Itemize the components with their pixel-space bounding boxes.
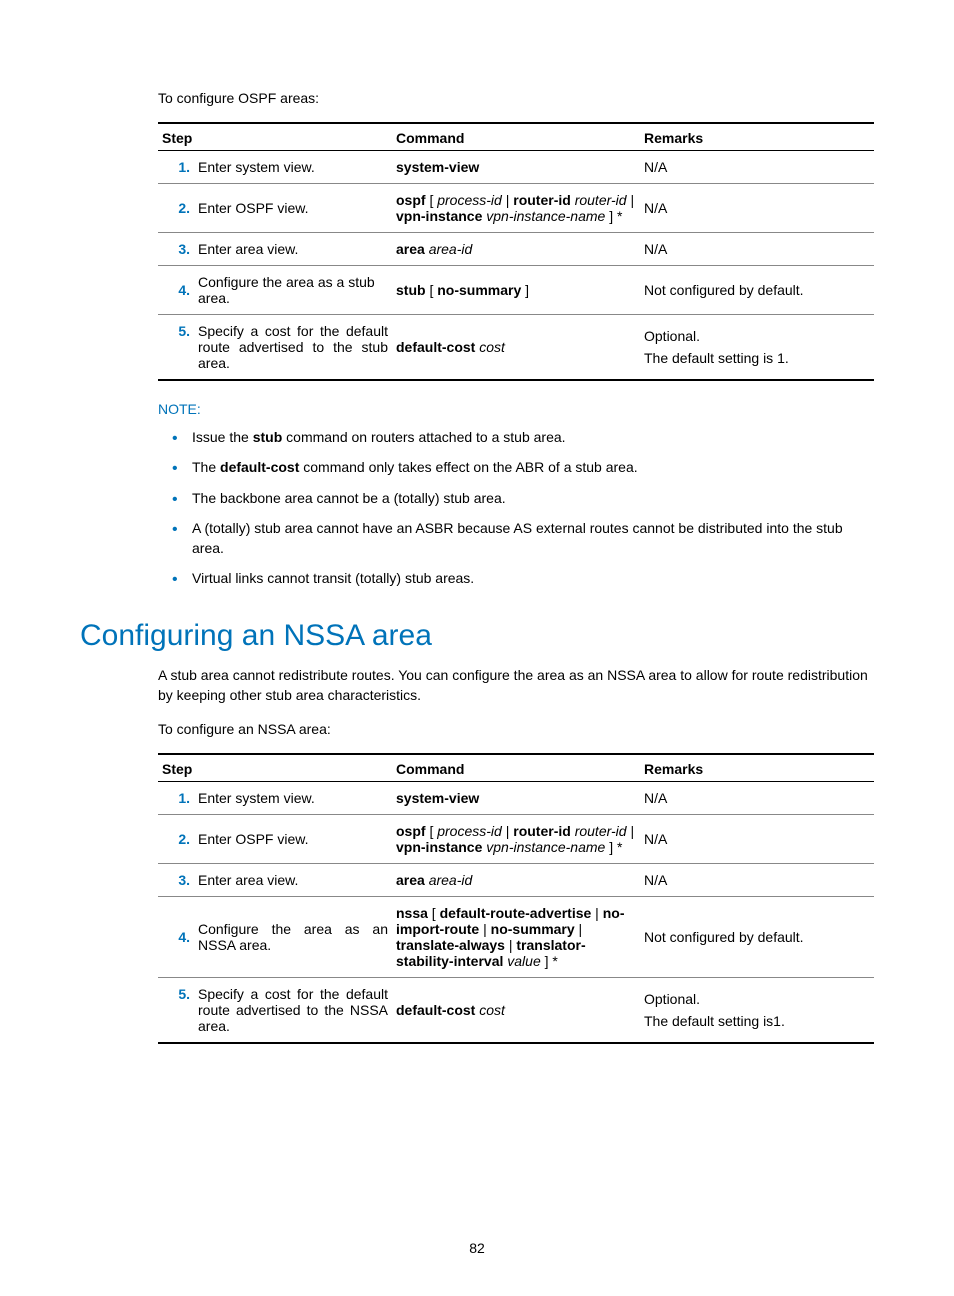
command-cell: system-view bbox=[392, 151, 640, 184]
command-cell: ospf [ process-id | router-id router-id … bbox=[392, 184, 640, 233]
step-desc: Configure the area as a stub area. bbox=[194, 266, 392, 315]
step-num: 5. bbox=[158, 315, 194, 381]
table-header-row: Step Command Remarks bbox=[158, 754, 874, 782]
table-row: 5. Specify a cost for the default route … bbox=[158, 978, 874, 1044]
section-heading: Configuring an NSSA area bbox=[80, 619, 874, 653]
list-item: Virtual links cannot transit (totally) s… bbox=[172, 568, 874, 588]
command-cell: nssa [ default-route-advertise | no-impo… bbox=[392, 897, 640, 978]
step-num: 4. bbox=[158, 897, 194, 978]
intro-text-2: To configure an NSSA area: bbox=[158, 721, 874, 737]
remarks-cell: N/A bbox=[640, 815, 874, 864]
table-nssa-area: Step Command Remarks 1. Enter system vie… bbox=[158, 753, 874, 1044]
step-num: 1. bbox=[158, 782, 194, 815]
step-desc: Enter system view. bbox=[194, 151, 392, 184]
command-cell: default-cost cost bbox=[392, 315, 640, 381]
remarks-cell: N/A bbox=[640, 864, 874, 897]
remarks-cell: Not configured by default. bbox=[640, 266, 874, 315]
step-desc: Specify a cost for the default route adv… bbox=[194, 315, 392, 381]
step-desc: Enter OSPF view. bbox=[194, 184, 392, 233]
step-num: 2. bbox=[158, 815, 194, 864]
step-desc: Specify a cost for the default route adv… bbox=[194, 978, 392, 1044]
body-paragraph: A stub area cannot redistribute routes. … bbox=[158, 665, 874, 706]
command-cell: area area-id bbox=[392, 864, 640, 897]
command-cell: ospf [ process-id | router-id router-id … bbox=[392, 815, 640, 864]
table-row: 1. Enter system view. system-view N/A bbox=[158, 782, 874, 815]
table-row: 4. Configure the area as an NSSA area. n… bbox=[158, 897, 874, 978]
table-row: 4. Configure the area as a stub area. st… bbox=[158, 266, 874, 315]
table-row: 2. Enter OSPF view. ospf [ process-id | … bbox=[158, 815, 874, 864]
step-num: 5. bbox=[158, 978, 194, 1044]
step-desc: Enter system view. bbox=[194, 782, 392, 815]
remarks-cell: N/A bbox=[640, 151, 874, 184]
table-row: 2. Enter OSPF view. ospf [ process-id | … bbox=[158, 184, 874, 233]
command-cell: system-view bbox=[392, 782, 640, 815]
list-item: The backbone area cannot be a (totally) … bbox=[172, 488, 874, 508]
step-desc: Configure the area as an NSSA area. bbox=[194, 897, 392, 978]
step-desc: Enter OSPF view. bbox=[194, 815, 392, 864]
table-header-row: Step Command Remarks bbox=[158, 123, 874, 151]
note-label: NOTE: bbox=[158, 401, 874, 417]
table-row: 3. Enter area view. area area-id N/A bbox=[158, 233, 874, 266]
step-num: 4. bbox=[158, 266, 194, 315]
table-row: 3. Enter area view. area area-id N/A bbox=[158, 864, 874, 897]
table-row: 1. Enter system view. system-view N/A bbox=[158, 151, 874, 184]
page-number: 82 bbox=[0, 1240, 954, 1256]
step-desc: Enter area view. bbox=[194, 864, 392, 897]
remarks-cell: N/A bbox=[640, 184, 874, 233]
list-item: The default-cost command only takes effe… bbox=[172, 457, 874, 477]
col-remarks: Remarks bbox=[640, 754, 874, 782]
step-num: 2. bbox=[158, 184, 194, 233]
col-step: Step bbox=[158, 123, 392, 151]
step-desc: Enter area view. bbox=[194, 233, 392, 266]
col-step: Step bbox=[158, 754, 392, 782]
remarks-cell: Optional. The default setting is1. bbox=[640, 978, 874, 1044]
table-row: 5. Specify a cost for the default route … bbox=[158, 315, 874, 381]
command-cell: stub [ no-summary ] bbox=[392, 266, 640, 315]
command-cell: default-cost cost bbox=[392, 978, 640, 1044]
remarks-cell: N/A bbox=[640, 233, 874, 266]
col-command: Command bbox=[392, 123, 640, 151]
step-num: 1. bbox=[158, 151, 194, 184]
step-num: 3. bbox=[158, 864, 194, 897]
list-item: Issue the stub command on routers attach… bbox=[172, 427, 874, 447]
col-remarks: Remarks bbox=[640, 123, 874, 151]
intro-text-1: To configure OSPF areas: bbox=[158, 90, 874, 106]
remarks-cell: Optional. The default setting is 1. bbox=[640, 315, 874, 381]
col-command: Command bbox=[392, 754, 640, 782]
command-cell: area area-id bbox=[392, 233, 640, 266]
remarks-cell: Not configured by default. bbox=[640, 897, 874, 978]
note-list: Issue the stub command on routers attach… bbox=[158, 427, 874, 589]
remarks-cell: N/A bbox=[640, 782, 874, 815]
step-num: 3. bbox=[158, 233, 194, 266]
table-ospf-areas: Step Command Remarks 1. Enter system vie… bbox=[158, 122, 874, 381]
list-item: A (totally) stub area cannot have an ASB… bbox=[172, 518, 874, 559]
